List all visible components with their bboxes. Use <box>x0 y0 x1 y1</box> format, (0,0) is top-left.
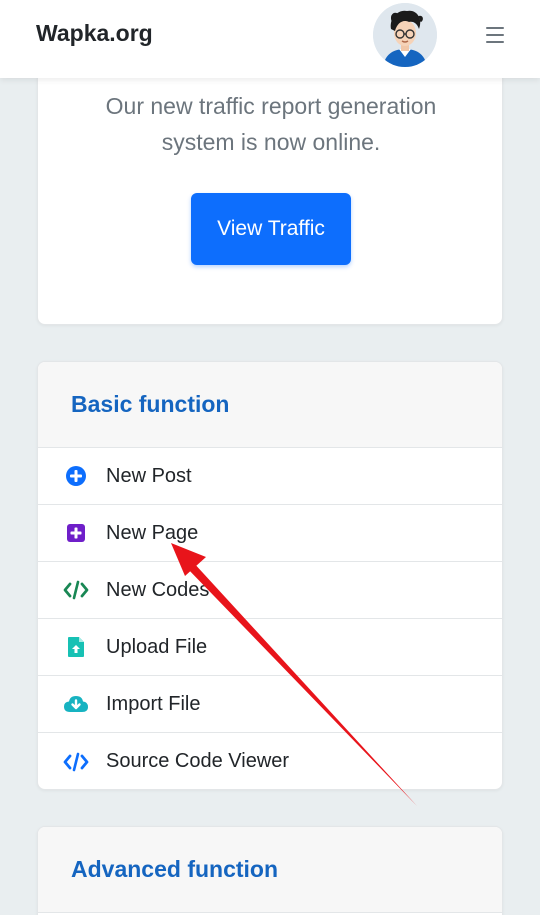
user-avatar[interactable] <box>373 3 437 67</box>
plus-circle-icon <box>63 463 89 489</box>
new-page-item[interactable]: New Page <box>38 505 502 562</box>
cloud-download-icon <box>63 691 89 717</box>
menu-bar <box>486 41 504 43</box>
basic-function-card: Basic function New Post New Page New Cod… <box>37 361 503 790</box>
new-page-label: New Page <box>106 521 199 544</box>
import-file-item[interactable]: Import File <box>38 676 502 733</box>
advanced-function-header: Advanced function <box>38 827 502 913</box>
menu-bar <box>486 34 504 36</box>
basic-function-header: Basic function <box>38 362 502 448</box>
upload-file-label: Upload File <box>106 635 208 658</box>
view-traffic-button[interactable]: View Traffic <box>191 193 351 265</box>
upload-file-item[interactable]: Upload File <box>38 619 502 676</box>
code-icon <box>63 749 89 775</box>
hamburger-menu-icon[interactable] <box>483 25 507 45</box>
traffic-message: Our new traffic report generation system… <box>105 93 437 155</box>
basic-function-title: Basic function <box>71 391 230 417</box>
code-icon <box>63 577 89 603</box>
file-upload-icon <box>63 634 89 660</box>
new-codes-item[interactable]: New Codes <box>38 562 502 619</box>
top-navbar: Wapka.org <box>0 0 540 78</box>
new-post-item[interactable]: New Post <box>38 448 502 505</box>
advanced-function-title: Advanced function <box>71 856 279 882</box>
new-post-label: New Post <box>106 464 192 487</box>
brand-logo-text[interactable]: Wapka.org <box>36 20 153 47</box>
plus-square-icon <box>63 520 89 546</box>
source-code-viewer-item[interactable]: Source Code Viewer <box>38 733 502 789</box>
new-codes-label: New Codes <box>106 578 210 601</box>
menu-bar <box>486 27 504 29</box>
source-code-viewer-label: Source Code Viewer <box>106 750 290 772</box>
page: Wapka.org Our new traffic report generat… <box>0 0 540 915</box>
import-file-label: Import File <box>106 692 201 715</box>
avatar-illustration-icon <box>373 3 437 67</box>
advanced-function-card: Advanced function <box>37 826 503 915</box>
traffic-card: Our new traffic report generation system… <box>37 60 503 325</box>
